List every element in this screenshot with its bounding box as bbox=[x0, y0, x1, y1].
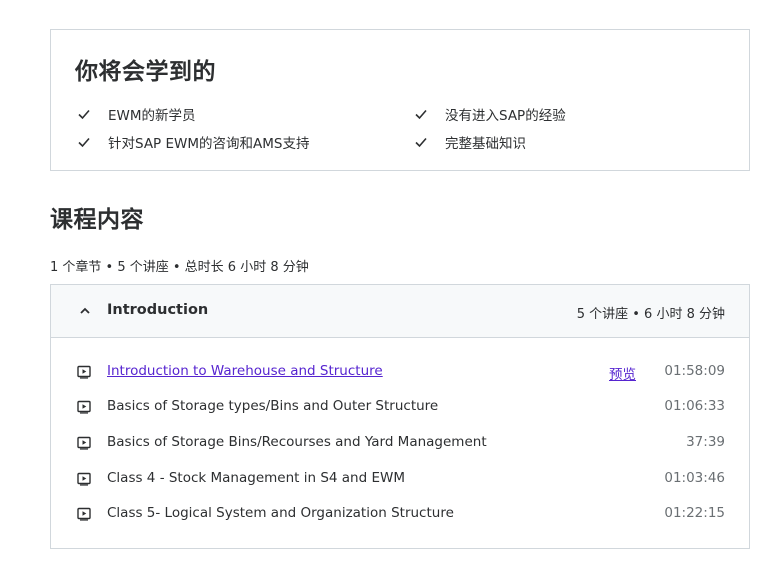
section-title: Introduction bbox=[107, 302, 209, 318]
lecture-title: Class 5- Logical System and Organization… bbox=[107, 505, 454, 521]
lecture-title-link[interactable]: Introduction to Warehouse and Structure bbox=[107, 363, 383, 379]
lecture-row: Class 4 - Stock Management in S4 and EWM… bbox=[51, 462, 749, 498]
lecture-row: Basics of Storage types/Bins and Outer S… bbox=[51, 390, 749, 426]
lecture-duration: 01:06:33 bbox=[664, 398, 725, 414]
video-icon bbox=[77, 472, 91, 486]
video-icon bbox=[77, 436, 91, 450]
section-accordion: Introduction 5 个讲座 • 6 小时 8 分钟 Introduct… bbox=[50, 284, 750, 549]
chevron-up-icon bbox=[80, 307, 90, 314]
learn-item-label: EWM的新学员 bbox=[108, 108, 196, 124]
learn-item: 针对SAP EWM的咨询和AMS支持 bbox=[77, 132, 309, 152]
what-you-will-learn-box: 你将会学到的 EWM的新学员 针对SAP EWM的咨询和AMS支持 没有进入SA… bbox=[50, 29, 750, 171]
video-icon bbox=[77, 507, 91, 521]
preview-link[interactable]: 预览 bbox=[609, 363, 636, 383]
learn-item: 完整基础知识 bbox=[414, 132, 526, 152]
lecture-row: Basics of Storage Bins/Recourses and Yar… bbox=[51, 426, 749, 462]
learn-item: 没有进入SAP的经验 bbox=[414, 104, 566, 124]
learn-item: EWM的新学员 bbox=[77, 104, 196, 124]
check-icon bbox=[415, 109, 427, 120]
lecture-title: Basics of Storage Bins/Recourses and Yar… bbox=[107, 434, 487, 450]
video-icon bbox=[77, 365, 91, 379]
check-icon bbox=[415, 137, 427, 148]
check-icon bbox=[78, 109, 90, 120]
lecture-row: Introduction to Warehouse and Structure … bbox=[51, 355, 749, 391]
check-icon bbox=[78, 137, 90, 148]
section-meta: 5 个讲座 • 6 小时 8 分钟 bbox=[576, 307, 725, 322]
course-summary: 1 个章节 • 5 个讲座 • 总时长 6 小时 8 分钟 bbox=[50, 260, 309, 275]
learn-item-label: 完整基础知识 bbox=[445, 136, 526, 152]
lecture-row: Class 5- Logical System and Organization… bbox=[51, 497, 749, 533]
lecture-duration: 01:22:15 bbox=[664, 505, 725, 521]
lecture-duration: 01:03:46 bbox=[664, 470, 725, 486]
section-header[interactable]: Introduction 5 个讲座 • 6 小时 8 分钟 bbox=[51, 285, 749, 338]
lecture-duration: 01:58:09 bbox=[664, 363, 725, 379]
lecture-title: Basics of Storage types/Bins and Outer S… bbox=[107, 398, 439, 414]
learn-title: 你将会学到的 bbox=[75, 59, 216, 85]
lecture-title: Class 4 - Stock Management in S4 and EWM bbox=[107, 470, 405, 486]
course-content-heading: 课程内容 bbox=[50, 207, 144, 233]
learn-item-label: 没有进入SAP的经验 bbox=[445, 108, 566, 124]
learn-item-label: 针对SAP EWM的咨询和AMS支持 bbox=[108, 136, 310, 152]
video-icon bbox=[77, 400, 91, 414]
lecture-duration: 37:39 bbox=[686, 434, 725, 450]
